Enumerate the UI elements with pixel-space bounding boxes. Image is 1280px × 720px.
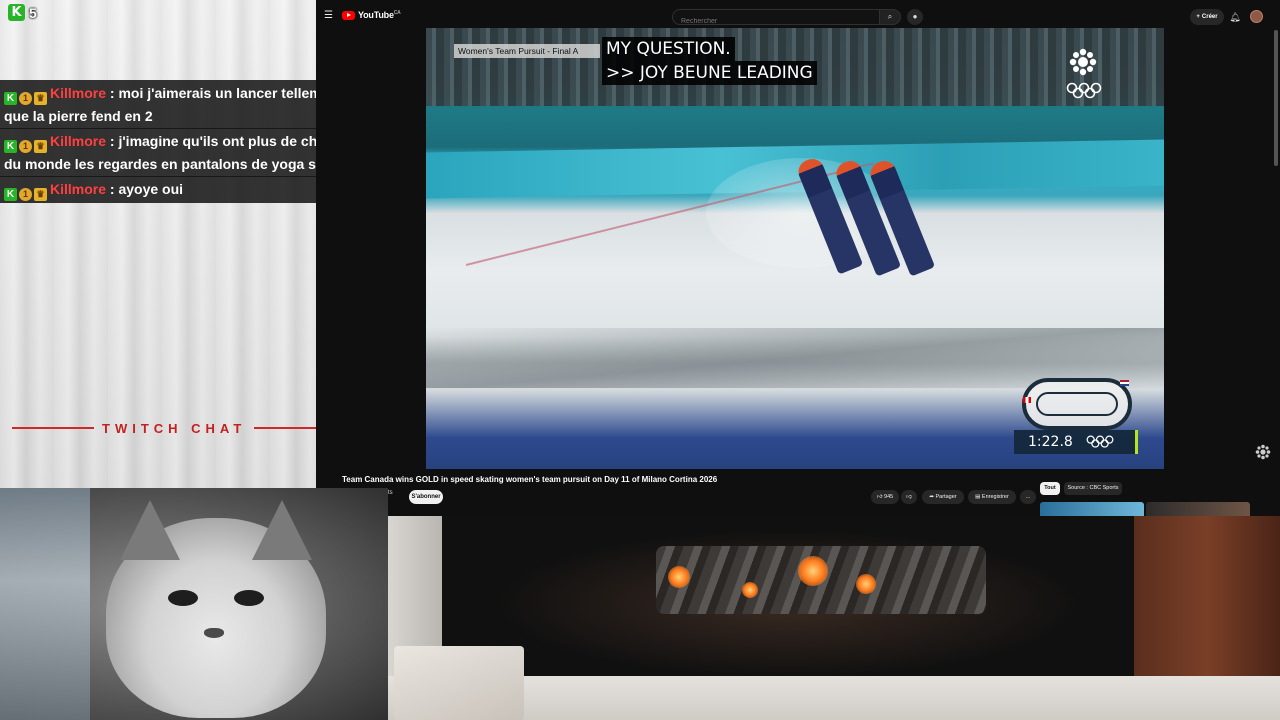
- chat-text: : ayoye oui: [109, 181, 184, 197]
- more-actions-button[interactable]: ...: [1020, 490, 1036, 504]
- thumbs-down-icon: 👎︎: [906, 494, 912, 500]
- search-icon: ⌕: [887, 12, 893, 21]
- k-icon: K: [4, 92, 17, 105]
- like-count: 945: [884, 494, 894, 500]
- cat-webcam: [0, 488, 388, 720]
- more-icon: ...: [1025, 494, 1031, 500]
- fire-ember: [742, 582, 758, 598]
- track-position-map: [1022, 378, 1132, 430]
- youtube-header: ☰ YouTubeCA ⌕ ● + Créer 🔔︎: [316, 5, 1280, 29]
- save-button[interactable]: ▤ Enregistrer: [968, 490, 1016, 504]
- create-label: Créer: [1201, 14, 1218, 20]
- chat-username[interactable]: Killmore: [50, 133, 106, 149]
- search-box: [672, 9, 880, 29]
- chat-username[interactable]: Killmore: [50, 181, 106, 197]
- menu-icon[interactable]: ☰: [324, 11, 333, 21]
- dislike-button[interactable]: 👎︎: [901, 490, 917, 504]
- race-timer-value: 1:22.8: [1028, 434, 1073, 450]
- canada-flag-icon: [1023, 397, 1031, 403]
- search-input[interactable]: [673, 14, 879, 29]
- blanket: [0, 488, 90, 720]
- viewer-count: 5: [29, 4, 37, 21]
- cat-face: [106, 500, 326, 718]
- closed-caption-line-2: >> JOY BEUNE LEADING: [602, 61, 817, 85]
- towel: [394, 646, 524, 720]
- voice-search-button[interactable]: ●: [907, 9, 923, 25]
- chip-source[interactable]: Source : CBC Sports: [1064, 482, 1122, 495]
- chat-username[interactable]: Killmore: [50, 85, 106, 101]
- cat-nose: [204, 628, 224, 638]
- save-icon: ▤: [975, 494, 981, 500]
- one-icon: 1: [19, 140, 32, 153]
- cat-ear: [252, 500, 312, 560]
- closed-caption-line-1: MY QUESTION.: [602, 37, 735, 61]
- like-button[interactable]: 👍︎ 945: [871, 490, 899, 504]
- k-icon: K: [4, 188, 17, 201]
- search-button[interactable]: ⌕: [879, 9, 901, 25]
- video-title: Team Canada wins GOLD in speed skating w…: [342, 475, 718, 484]
- related-video-thumbnail[interactable]: [1146, 502, 1250, 516]
- create-button[interactable]: + Créer: [1190, 9, 1224, 25]
- video-player[interactable]: Women's Team Pursuit - Final A MY QUESTI…: [426, 28, 1164, 469]
- cbc-gem-icon: [1069, 48, 1097, 76]
- banner-text: TWITCH CHAT: [102, 420, 247, 436]
- fire-ember: [668, 566, 690, 588]
- olympic-rings-icon: [1086, 435, 1114, 448]
- share-icon: ➦: [929, 494, 934, 500]
- microphone-icon: ●: [912, 12, 918, 21]
- fire-ember: [798, 556, 828, 586]
- channel-name[interactable]: ts: [388, 490, 393, 496]
- chat-overlay-panel: [0, 0, 316, 488]
- subscribe-button[interactable]: S'abonner: [409, 490, 443, 504]
- banner-wave-left: [12, 427, 94, 429]
- olympic-rings-icon: [1066, 82, 1102, 99]
- related-video-thumbnail[interactable]: [1040, 502, 1144, 516]
- youtube-logo[interactable]: YouTubeCA: [342, 10, 401, 20]
- save-label: Enregistrer: [981, 494, 1009, 500]
- crown-icon: ♛: [34, 140, 47, 153]
- share-button[interactable]: ➦ Partager: [922, 490, 964, 504]
- fireplace-firebox: [442, 516, 1134, 676]
- chip-all[interactable]: Tout: [1040, 482, 1060, 495]
- race-timer: 1:22.8: [1014, 430, 1138, 454]
- youtube-play-icon: [342, 10, 355, 20]
- scrollbar[interactable]: [1274, 30, 1278, 166]
- share-label: Partager: [935, 494, 957, 500]
- notifications-bell-icon[interactable]: 🔔︎: [1228, 10, 1242, 24]
- fireplace-webcam: [388, 516, 1280, 720]
- track-inner-oval: [1036, 392, 1118, 416]
- event-title-strip: Women's Team Pursuit - Final A: [454, 44, 600, 58]
- user-avatar[interactable]: [1250, 10, 1263, 23]
- fire-ember: [856, 574, 876, 594]
- cbc-watermark-icon: [1255, 444, 1271, 460]
- k-icon: K: [4, 140, 17, 153]
- youtube-window: ☰ YouTubeCA ⌕ ● + Créer 🔔︎ Women's Team …: [316, 0, 1280, 516]
- cat-eye: [234, 590, 264, 606]
- cat-eye: [168, 590, 198, 606]
- one-icon: 1: [19, 188, 32, 201]
- netherlands-flag-icon: [1120, 380, 1129, 386]
- crown-icon: ♛: [34, 188, 47, 201]
- youtube-logo-text: YouTubeCA: [358, 10, 401, 20]
- thumbs-up-icon: 👍︎: [876, 494, 883, 500]
- cat-ear: [120, 500, 180, 560]
- viewer-count-badge: K 5: [8, 4, 37, 21]
- plus-icon: +: [1196, 14, 1200, 20]
- crown-icon: ♛: [34, 92, 47, 105]
- one-icon: 1: [19, 92, 32, 105]
- k-icon: K: [8, 4, 25, 21]
